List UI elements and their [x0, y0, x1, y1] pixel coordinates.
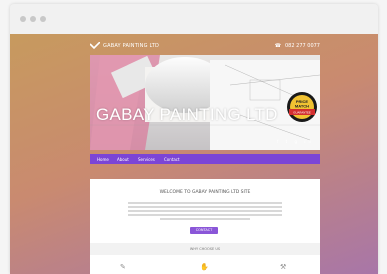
badge-line2: MATCH [295, 104, 309, 109]
body-text-line [128, 202, 282, 204]
phone-icon: ☎ [274, 43, 281, 49]
main-nav: Home About Services Contact [90, 154, 320, 164]
linkedin-icon[interactable]: in [304, 139, 314, 144]
body-text-line [160, 218, 250, 220]
badge-line3: GUARANTEE [293, 111, 311, 115]
browser-window: GABAY PAINTING LTD ☎ 082 277 0077 GABAY … [10, 4, 378, 274]
window-dot-close[interactable] [20, 16, 26, 22]
site-logo-text[interactable]: GABAY PAINTING LTD [103, 43, 159, 49]
main-content: WELCOME TO GABAY PAINTING LTD SITE CONTA… [90, 179, 320, 274]
nav-item-about[interactable]: About [117, 157, 129, 162]
google-icon[interactable]: g [295, 139, 301, 144]
facebook-icon[interactable]: f [277, 139, 281, 144]
contact-button[interactable]: CONTACT [190, 227, 218, 234]
body-text-line [128, 206, 282, 208]
site-header: GABAY PAINTING LTD ☎ 082 277 0077 [90, 40, 320, 56]
twitter-icon[interactable]: t [286, 139, 291, 144]
window-dot-maximize[interactable] [40, 16, 46, 22]
nav-item-contact[interactable]: Contact [164, 157, 180, 162]
phone-number[interactable]: ☎ 082 277 0077 [275, 43, 320, 49]
paint-roller-icon: ⚒ [280, 263, 287, 271]
why-choose-us-bar: WHY CHOOSE US [90, 243, 320, 255]
logo-icon [90, 42, 100, 50]
hand-icon: ✋ [200, 263, 209, 271]
welcome-heading: WELCOME TO GABAY PAINTING LTD SITE [159, 190, 251, 195]
body-text-line [128, 214, 282, 216]
browser-chrome [10, 4, 378, 34]
hero-banner: GABAY PAINTING LTD PRICE MATCH GUARANTEE… [90, 55, 320, 150]
body-text-line [128, 210, 282, 212]
phone-number-text: 082 277 0077 [285, 43, 320, 49]
nav-item-services[interactable]: Services [138, 157, 155, 162]
hero-title: GABAY PAINTING LTD [96, 105, 278, 124]
social-links: f t g in [277, 139, 314, 144]
nav-item-home[interactable]: Home [97, 157, 109, 162]
price-match-badge: PRICE MATCH GUARANTEE [287, 92, 317, 122]
brush-icon: ✎ [120, 263, 126, 271]
window-dot-minimize[interactable] [30, 16, 36, 22]
page-viewport: GABAY PAINTING LTD ☎ 082 277 0077 GABAY … [10, 34, 378, 274]
